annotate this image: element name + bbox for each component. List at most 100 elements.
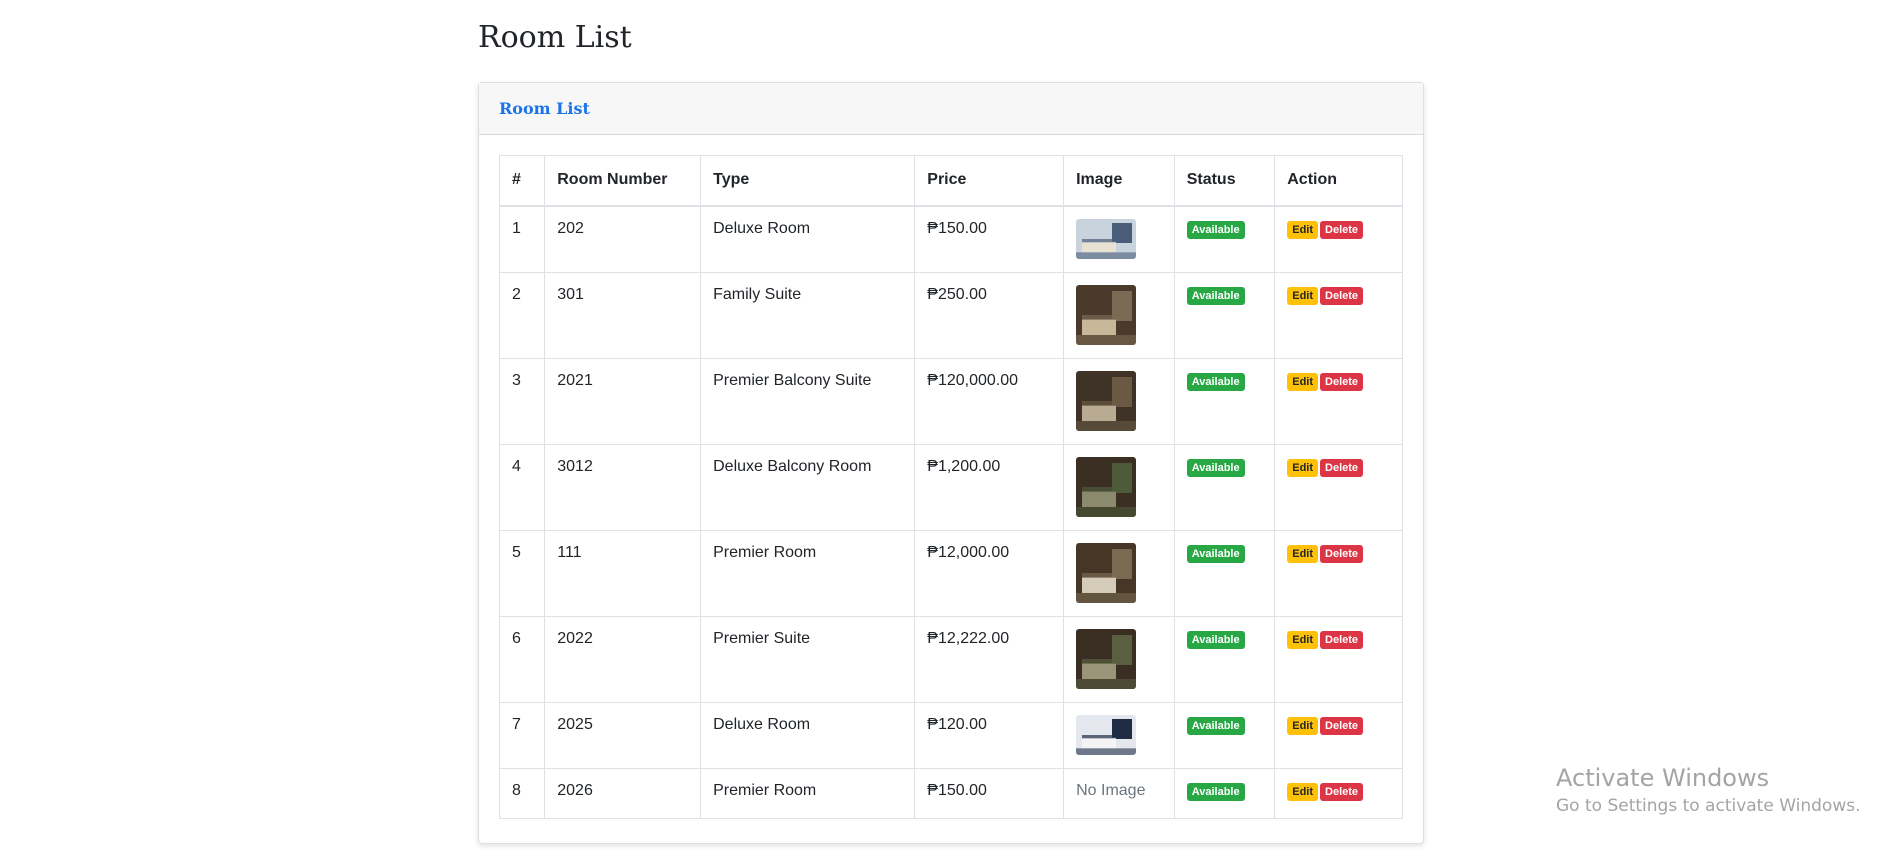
watermark-title: Activate Windows — [1556, 764, 1770, 792]
room-price: ₱150.00 — [927, 219, 987, 237]
card-header-title: Room List — [499, 99, 590, 118]
row-index: 3 — [512, 371, 521, 389]
table-row-5: 5 111 Premier Room ₱12,000.00 Available … — [498, 529, 1403, 617]
status-badge: Available — [1186, 716, 1245, 735]
cell-action: Edit Delete — [1274, 357, 1403, 445]
column-header-index: # — [498, 155, 546, 207]
cell-image — [1063, 615, 1175, 703]
table-row-3: 3 2021 Premier Balcony Suite ₱120,000.00… — [498, 357, 1403, 445]
cell-action: Edit Delete — [1274, 767, 1403, 819]
room-number: 111 — [557, 543, 582, 561]
cell-room-number: 301 — [544, 271, 702, 359]
bedroom-thumbnail-icon — [1076, 628, 1137, 689]
room-image-thumbnail — [1076, 218, 1137, 259]
delete-button[interactable]: Delete — [1320, 220, 1364, 239]
cell-status: Available — [1173, 529, 1276, 617]
cell-type: Deluxe Balcony Room — [700, 443, 916, 531]
cell-status: Available — [1173, 357, 1276, 445]
cell-type: Premier Room — [700, 767, 916, 819]
delete-button[interactable]: Delete — [1320, 630, 1364, 649]
cell-image — [1063, 205, 1175, 273]
room-number: 202 — [557, 219, 584, 237]
cell-index: 5 — [498, 529, 546, 617]
edit-button[interactable]: Edit — [1287, 286, 1319, 305]
room-type: Premier Suite — [713, 629, 811, 647]
room-image-thumbnail — [1076, 370, 1137, 431]
status-badge: Available — [1186, 286, 1245, 305]
table-header-row: # Room Number Type Price Image Status Ac… — [498, 155, 1403, 207]
bedroom-thumbnail-icon — [1076, 456, 1137, 517]
cell-status: Available — [1173, 271, 1276, 359]
status-badge: Available — [1186, 544, 1245, 563]
delete-button[interactable]: Delete — [1320, 286, 1364, 305]
column-header-price: Price — [914, 155, 1065, 207]
edit-button[interactable]: Edit — [1287, 372, 1319, 391]
card-header: Room List — [479, 83, 1423, 135]
column-header-type: Type — [700, 155, 916, 207]
cell-price: ₱1,200.00 — [914, 443, 1065, 531]
cell-image — [1063, 357, 1175, 445]
edit-button[interactable]: Edit — [1287, 544, 1319, 563]
cell-image — [1063, 701, 1175, 769]
table-row-8: 8 2026 Premier Room ₱150.00 No Image Ava… — [498, 767, 1403, 819]
delete-button[interactable]: Delete — [1320, 458, 1364, 477]
room-type: Premier Room — [713, 543, 817, 561]
cell-index: 1 — [498, 205, 546, 273]
cell-room-number: 2021 — [544, 357, 702, 445]
cell-price: ₱12,222.00 — [914, 615, 1065, 703]
room-price: ₱12,222.00 — [927, 629, 1010, 647]
cell-image — [1063, 529, 1175, 617]
row-index: 1 — [512, 219, 521, 237]
table-row-7: 7 2025 Deluxe Room ₱120.00 Available Edi… — [498, 701, 1403, 769]
cell-room-number: 2026 — [544, 767, 702, 819]
room-number: 2021 — [557, 371, 593, 389]
delete-button[interactable]: Delete — [1320, 782, 1364, 801]
room-type: Deluxe Room — [713, 715, 811, 733]
status-badge: Available — [1186, 630, 1245, 649]
bedroom-thumbnail-icon — [1076, 714, 1137, 755]
delete-button[interactable]: Delete — [1320, 544, 1364, 563]
row-index: 2 — [512, 285, 521, 303]
room-price: ₱250.00 — [927, 285, 987, 303]
column-header-action: Action — [1274, 155, 1403, 207]
cell-room-number: 3012 — [544, 443, 702, 531]
room-number: 2022 — [557, 629, 593, 647]
edit-button[interactable]: Edit — [1287, 630, 1319, 649]
delete-button[interactable]: Delete — [1320, 716, 1364, 735]
cell-price: ₱250.00 — [914, 271, 1065, 359]
cell-room-number: 2022 — [544, 615, 702, 703]
cell-status: Available — [1173, 205, 1276, 273]
status-badge: Available — [1186, 220, 1245, 239]
column-header-room-number: Room Number — [544, 155, 702, 207]
room-number: 2026 — [557, 781, 593, 799]
cell-action: Edit Delete — [1274, 205, 1403, 273]
room-image-thumbnail — [1076, 628, 1137, 689]
room-price: ₱1,200.00 — [927, 457, 1001, 475]
cell-index: 3 — [498, 357, 546, 445]
status-badge: Available — [1186, 372, 1245, 391]
status-badge: Available — [1186, 458, 1245, 477]
table-row-2: 2 301 Family Suite ₱250.00 Available Edi… — [498, 271, 1403, 359]
room-list-card: Room List # Room Number Type Price Image… — [478, 82, 1424, 844]
row-index: 6 — [512, 629, 521, 647]
room-type: Family Suite — [713, 285, 802, 303]
room-type: Premier Balcony Suite — [713, 371, 872, 389]
row-index: 8 — [512, 781, 521, 799]
cell-room-number: 2025 — [544, 701, 702, 769]
watermark-subtitle: Go to Settings to activate Windows. — [1556, 796, 1861, 816]
cell-status: Available — [1173, 767, 1276, 819]
table-row-1: 1 202 Deluxe Room ₱150.00 Available Edit… — [498, 205, 1403, 273]
cell-room-number: 202 — [544, 205, 702, 273]
cell-room-number: 111 — [544, 529, 702, 617]
room-image-thumbnail — [1076, 456, 1137, 517]
edit-button[interactable]: Edit — [1287, 458, 1319, 477]
delete-button[interactable]: Delete — [1320, 372, 1364, 391]
room-price: ₱120,000.00 — [927, 371, 1019, 389]
edit-button[interactable]: Edit — [1287, 716, 1319, 735]
edit-button[interactable]: Edit — [1287, 220, 1319, 239]
row-index: 4 — [512, 457, 521, 475]
cell-index: 6 — [498, 615, 546, 703]
room-number: 301 — [557, 285, 584, 303]
edit-button[interactable]: Edit — [1287, 782, 1319, 801]
room-number: 3012 — [557, 457, 593, 475]
